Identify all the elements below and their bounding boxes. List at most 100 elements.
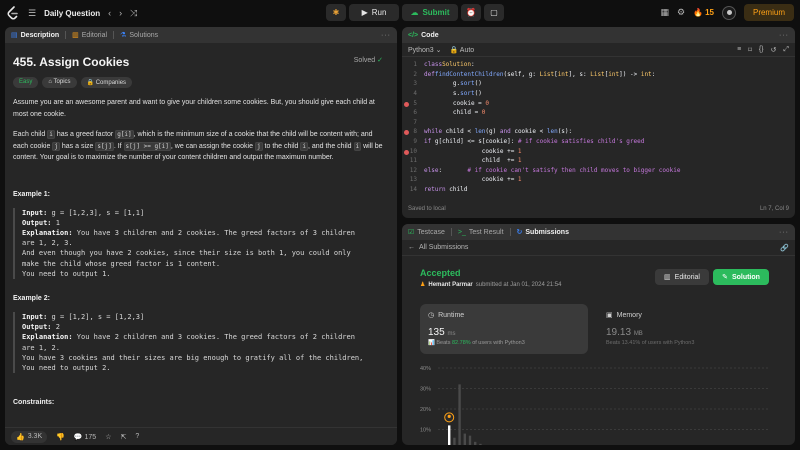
run-label: Run: [371, 8, 387, 17]
code-line: 3 g. sort(): [413, 80, 482, 88]
code-tab-bar: </> Code ···: [402, 27, 795, 43]
tab-divider: [113, 31, 115, 39]
next-problem-icon[interactable]: ›: [119, 8, 122, 18]
chevron-down-icon: ⌄: [435, 46, 442, 54]
tab-code[interactable]: </> Code: [408, 32, 439, 39]
author-name[interactable]: Hemant Parmar: [428, 282, 472, 288]
cursor-position: Ln 7, Col 9: [759, 206, 789, 212]
settings-gear-icon[interactable]: ⚙: [677, 8, 685, 17]
reset-icon[interactable]: ↺: [771, 46, 777, 54]
tab-testcase[interactable]: ☑ Testcase: [408, 228, 445, 237]
auto-complete-toggle[interactable]: 🔒 Auto: [450, 46, 475, 54]
beats-icon: 📊: [428, 340, 435, 346]
runtime-beats: 📊 Beats 82.78% of users with Python3: [428, 340, 525, 346]
example-1-heading: Example 1:: [13, 190, 50, 198]
editorial-button[interactable]: ▥ Editorial: [655, 269, 709, 285]
all-submissions-link[interactable]: All Submissions: [419, 244, 468, 251]
distribution-bar[interactable]: [458, 384, 461, 445]
lock-icon: 🔒: [449, 46, 459, 54]
pencil-icon: ✎: [722, 274, 728, 281]
book-icon: ▥: [72, 32, 79, 39]
share-icon[interactable]: ⇱: [120, 433, 126, 441]
problem-title[interactable]: 455. Assign Cookies: [13, 55, 389, 69]
panel-menu-icon[interactable]: ···: [779, 229, 789, 236]
expand-icon[interactable]: ⤢: [783, 46, 789, 54]
y-tick-label: 20%: [420, 407, 431, 413]
code-line: 10 cookie += 1: [402, 146, 795, 156]
like-count: 3.3K: [27, 433, 43, 440]
tab-description[interactable]: ▤ Description: [11, 31, 59, 40]
bookmark-icon[interactable]: ⌑: [748, 46, 752, 54]
star-icon[interactable]: ☆: [105, 433, 111, 441]
distribution-bar[interactable]: [468, 435, 472, 445]
topics-tag[interactable]: ⌂ Topics: [42, 77, 77, 88]
braces-icon[interactable]: {}: [759, 46, 764, 54]
clock-icon: ◷: [428, 312, 435, 319]
problem-tags: Easy ⌂ Topics 🔒 Companies: [13, 77, 389, 88]
like-button[interactable]: 👍 3.3K: [11, 430, 48, 443]
tab-code-label: Code: [421, 31, 439, 39]
language-select[interactable]: Python3 ⌄: [408, 46, 442, 54]
tab-submissions[interactable]: ↻ Submissions: [516, 228, 569, 237]
code-editor[interactable]: 1 class Solution: 2 def findContentChildr…: [402, 57, 795, 202]
y-tick-label: 10%: [420, 428, 431, 434]
back-arrow-icon[interactable]: ←: [408, 244, 415, 251]
timer-button[interactable]: ⏰: [461, 4, 481, 21]
link-icon[interactable]: 🔗: [780, 244, 789, 252]
premium-button[interactable]: Premium: [743, 4, 794, 21]
tab-solutions[interactable]: ⚗ Solutions: [120, 31, 158, 40]
tab-test-result[interactable]: >_ Test Result: [458, 229, 504, 236]
distribution-bar[interactable]: [479, 443, 482, 445]
description-icon: ▤: [11, 32, 18, 39]
distribution-bar[interactable]: [453, 437, 456, 445]
code-line: 1 class Solution:: [413, 61, 475, 69]
shuffle-icon[interactable]: ⤨: [130, 8, 137, 18]
dislike-icon[interactable]: 👎: [56, 433, 65, 441]
panel-menu-icon[interactable]: ···: [381, 32, 391, 39]
comments-button[interactable]: 💬 175: [74, 433, 96, 441]
fire-icon: 🔥: [693, 8, 704, 17]
breakpoint: 8: [402, 128, 424, 136]
history-icon: ↻: [516, 229, 523, 236]
solution-button[interactable]: ✎ Solution: [713, 269, 769, 285]
distribution-bar[interactable]: [474, 441, 477, 445]
prev-problem-icon[interactable]: ‹: [108, 8, 111, 18]
save-status: Saved to local: [408, 206, 446, 212]
cloud-upload-icon: ☁: [410, 8, 419, 17]
distribution-bar[interactable]: [448, 425, 451, 445]
submissions-panel: ☑ Testcase >_ Test Result ↻ Submissions ···…: [402, 224, 795, 445]
distribution-bar[interactable]: [463, 433, 466, 445]
help-icon[interactable]: ?: [135, 433, 139, 440]
editorial-label: Editorial: [674, 273, 700, 281]
run-button[interactable]: ▶ Run: [349, 4, 399, 21]
submit-button[interactable]: ☁ Submit: [402, 4, 458, 21]
description-paragraph-1: Assume you are an awesome parent and wan…: [13, 99, 375, 118]
layout-icon[interactable]: ▦: [661, 8, 670, 17]
notes-button[interactable]: ▢: [484, 4, 504, 21]
companies-tag[interactable]: 🔒 Companies: [80, 77, 133, 88]
streak-counter[interactable]: 🔥 15: [693, 8, 714, 17]
panel-menu-icon[interactable]: ···: [779, 32, 789, 39]
user-avatar[interactable]: [721, 5, 736, 20]
runtime-label: Runtime: [438, 311, 465, 319]
checkbox-icon: ☑: [408, 229, 415, 236]
daily-question-title[interactable]: Daily Question: [44, 9, 100, 18]
memory-unit: MB: [633, 331, 643, 337]
tab-submissions-label: Submissions: [525, 228, 569, 236]
runtime-card[interactable]: ◷ Runtime 135 ms 📊 Beats 82.78% of users …: [420, 304, 588, 354]
leetcode-logo[interactable]: [6, 6, 20, 20]
top-bar: ☰ Daily Question ‹ › ⤨ ✱ ▶ Run ☁ Submit ⏰ …: [0, 0, 800, 26]
problem-list-icon[interactable]: ☰: [28, 8, 36, 18]
tag-icon: ⌂: [48, 79, 52, 85]
format-icon[interactable]: ≡: [737, 46, 741, 54]
memory-card[interactable]: ▣ Memory 19.13 MB Beats 13.41% of users w…: [598, 304, 768, 354]
streak-count: 15: [705, 8, 714, 17]
chart-svg: 40% 30% 20% 10%: [420, 366, 770, 445]
tab-test-result-label: Test Result: [468, 228, 504, 236]
tab-editorial[interactable]: ▥ Editorial: [72, 31, 107, 40]
chip-icon: ▣: [606, 312, 613, 319]
debug-button[interactable]: ✱: [326, 4, 346, 21]
difficulty-badge[interactable]: Easy: [13, 77, 39, 88]
code-line: 11 child += 1: [409, 157, 522, 165]
code-line: 13 cookie += 1: [409, 176, 522, 184]
